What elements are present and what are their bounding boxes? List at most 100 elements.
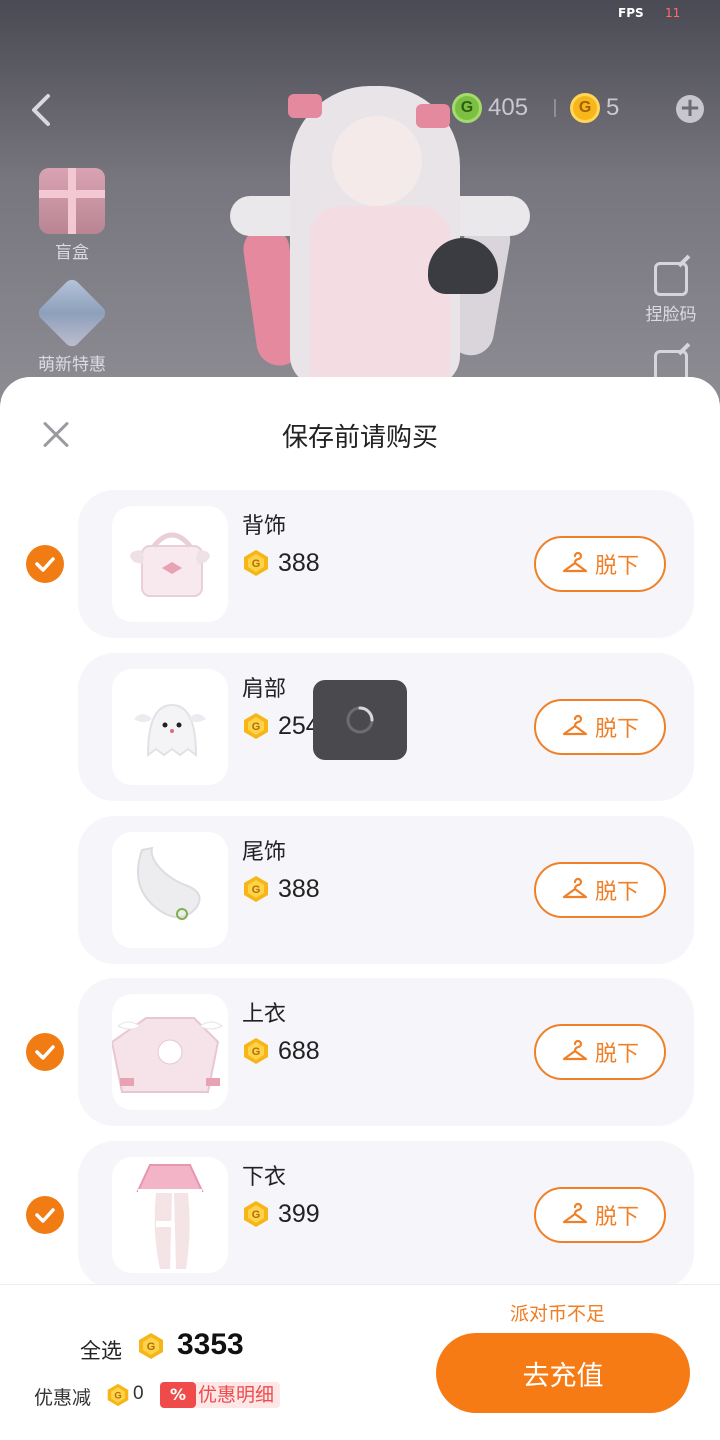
hanger-icon [562, 1039, 588, 1061]
item-name: 尾饰 [242, 840, 287, 865]
add-currency-button[interactable]: + [676, 95, 704, 123]
item-name: 背饰 [242, 514, 287, 539]
coin-icon: G [106, 1383, 130, 1407]
list-item[interactable]: 下衣 G 399 脱下 [78, 1141, 694, 1289]
blind-box-gift-icon [39, 168, 105, 234]
avatar-bow-right [416, 104, 450, 128]
hanger-icon [562, 714, 588, 736]
svg-text:G: G [252, 884, 261, 896]
list-item[interactable]: 背饰 G 388 脱下 [78, 490, 694, 638]
item-thumbnail [112, 506, 228, 622]
gold-coin-icon: G [570, 93, 601, 123]
insufficient-balance-text: 派对币不足 [510, 1303, 606, 1325]
svg-text:G: G [147, 1341, 156, 1353]
item-price-value: 388 [278, 548, 320, 577]
avatar-character[interactable] [220, 76, 540, 400]
svg-text:G: G [252, 558, 261, 570]
percent-badge-icon[interactable]: % [160, 1382, 196, 1408]
remove-item-button[interactable]: 脱下 [534, 536, 666, 592]
currency-divider [554, 99, 557, 117]
item-thumbnail [112, 669, 228, 785]
avatar-bow-left [288, 94, 322, 118]
remove-item-button[interactable]: 脱下 [534, 862, 666, 918]
remove-item-button[interactable]: 脱下 [534, 1024, 666, 1080]
item-price: G 688 [242, 1034, 320, 1068]
discount-detail-link[interactable]: 优惠明细 [196, 1382, 281, 1408]
fps-value: 11 [665, 6, 681, 20]
item-price-value: 399 [278, 1199, 320, 1228]
item-price: G 388 [242, 872, 320, 906]
item-price-value: 388 [278, 874, 320, 903]
item-checkbox[interactable] [26, 1196, 64, 1234]
svg-text:G: G [252, 1046, 261, 1058]
chevron-left-icon [32, 94, 50, 126]
avatar-face [332, 116, 422, 206]
hanger-icon [562, 1202, 588, 1224]
remove-item-label: 脱下 [594, 1205, 639, 1230]
back-button[interactable] [22, 88, 62, 132]
item-thumbnail [112, 832, 228, 948]
plus-icon: + [679, 93, 701, 123]
pink-bag-image [130, 532, 210, 597]
total-price: 3353 [177, 1328, 244, 1361]
pink-top-image [112, 1017, 223, 1093]
spinner-icon [346, 706, 374, 734]
hanger-icon [562, 877, 588, 899]
hanger-icon [562, 551, 588, 573]
recharge-button[interactable]: 去充值 [436, 1333, 690, 1413]
checkout-footer: 全选 G 3353 优惠减 G 0 % 优惠明细 派对币不足 去充值 [0, 1284, 720, 1440]
newbie-deal-label: 萌新特惠 [38, 355, 106, 375]
remove-item-label: 脱下 [594, 1042, 639, 1067]
list-item[interactable]: 尾饰 G 388 脱下 [78, 816, 694, 964]
sheet-title: 保存前请购买 [281, 423, 438, 453]
blind-box-button[interactable]: 盲盒 [30, 168, 114, 263]
item-thumbnail [112, 1157, 228, 1273]
remove-item-label: 脱下 [594, 554, 639, 579]
ghost-cat-image [134, 703, 206, 758]
item-name: 下衣 [242, 1165, 287, 1190]
svg-text:G: G [114, 1389, 121, 1400]
item-name: 肩部 [242, 677, 287, 702]
pink-skirt-image [136, 1164, 204, 1269]
discount-value: 0 [133, 1383, 144, 1404]
recharge-label: 去充值 [522, 1360, 604, 1392]
white-tail-image [137, 846, 201, 920]
remove-item-label: 脱下 [594, 880, 639, 905]
face-code-edit-icon [654, 262, 688, 296]
newbie-deal-button[interactable]: 萌新特惠 [30, 276, 114, 375]
coin-icon: G [242, 1200, 270, 1228]
face-code-label: 捏脸码 [645, 305, 697, 325]
remove-item-label: 脱下 [594, 717, 639, 742]
item-checkbox[interactable] [26, 1033, 64, 1071]
svg-text:G: G [252, 721, 261, 733]
blind-box-label: 盲盒 [55, 243, 89, 263]
item-price: G 254 [242, 709, 320, 743]
coin-icon: G [242, 875, 270, 903]
purchase-sheet: 保存前请购买 背饰 G 388 脱下 肩部 G 254 脱下 尾饰 G 388 … [0, 377, 720, 1440]
checkmark-icon [35, 1208, 55, 1223]
face-code-button[interactable]: 捏脸码 [640, 262, 702, 325]
gold-currency-amount: 5 [606, 94, 620, 121]
item-name: 上衣 [242, 1002, 287, 1027]
fps-label: FPS [618, 6, 644, 20]
checkmark-icon [35, 557, 55, 572]
coin-icon: G [242, 549, 270, 577]
checkmark-icon [35, 1045, 55, 1060]
discount-label: 优惠减 [34, 1387, 92, 1409]
item-price: G 399 [242, 1197, 320, 1231]
item-price-value: 688 [278, 1036, 320, 1065]
item-checkbox[interactable] [26, 545, 64, 583]
svg-text:G: G [252, 1209, 261, 1221]
remove-item-button[interactable]: 脱下 [534, 1187, 666, 1243]
coin-icon: G [242, 712, 270, 740]
newbie-deal-icon [35, 276, 109, 350]
select-all-toggle[interactable]: 全选 [80, 1335, 122, 1365]
coin-icon: G [242, 1037, 270, 1065]
remove-item-button[interactable]: 脱下 [534, 699, 666, 755]
item-price: G 388 [242, 546, 320, 580]
list-item[interactable]: 上衣 G 688 脱下 [78, 978, 694, 1126]
item-thumbnail [112, 994, 228, 1110]
coin-icon: G [137, 1332, 165, 1360]
avatar-scene: FPS 11 G 405 G 5 + 盲盒 萌新特惠 捏脸码 [0, 0, 720, 400]
avatar-dress [310, 206, 450, 400]
